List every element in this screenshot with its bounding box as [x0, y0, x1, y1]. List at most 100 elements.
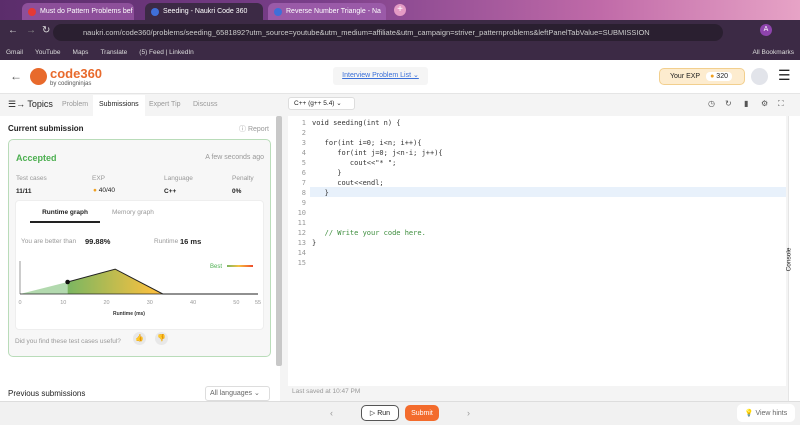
your-runtime-marker — [65, 279, 70, 285]
line-number: 2 — [301, 129, 306, 137]
bookmark[interactable]: YouTube — [35, 49, 61, 56]
last-saved: Last saved at 10:47 PM — [292, 388, 361, 395]
next-problem-button[interactable]: › — [467, 408, 470, 418]
line-number: 4 — [301, 149, 306, 157]
tab-label: Must do Pattern Problems bef — [40, 8, 133, 15]
tab-problem[interactable]: Problem — [62, 101, 88, 108]
previous-submissions-title: Previous submissions — [8, 389, 86, 398]
back-icon[interactable]: ← — [8, 25, 18, 36]
line-number: 5 — [301, 159, 306, 167]
url-field[interactable]: naukri.com/code360/problems/seeding_6581… — [53, 24, 723, 41]
code-line: cout<<"* "; — [312, 159, 397, 167]
tab-submissions[interactable]: Submissions — [93, 95, 145, 116]
topics-label: Topics — [27, 99, 53, 109]
bookmark[interactable]: Gmail — [6, 49, 23, 56]
reload-icon[interactable]: ↻ — [42, 25, 50, 36]
code-line: } — [312, 169, 342, 177]
chart-area-distribution — [67, 269, 258, 294]
scrollbar[interactable] — [276, 116, 282, 366]
browser-tab[interactable]: Must do Pattern Problems bef — [22, 3, 134, 20]
browser-tab-bar: Must do Pattern Problems bef Seeding - N… — [0, 0, 800, 20]
line-number: 9 — [301, 199, 306, 207]
tab-label: Reverse Number Triangle - Na — [286, 8, 381, 15]
x-axis-label: Runtime (ms) — [113, 311, 145, 317]
bookmark[interactable]: (5) Feed | LinkedIn — [139, 49, 193, 56]
line-number: 14 — [297, 249, 306, 257]
timer-icon[interactable]: ◷ — [708, 99, 715, 108]
run-button[interactable]: ▷ Run — [361, 405, 399, 421]
line-number: 11 — [297, 219, 306, 227]
x-tick-label: 40 — [190, 300, 196, 306]
forward-icon[interactable]: → — [26, 25, 36, 36]
x-tick-label: 20 — [103, 300, 109, 306]
language-select[interactable]: C++ (g++ 5.4) ⌄ — [288, 97, 355, 110]
submit-button[interactable]: Submit — [405, 405, 439, 421]
bookmarks-bar: Gmail YouTube Maps Translate (5) Feed | … — [0, 44, 800, 60]
reset-icon[interactable]: ↻ — [725, 99, 732, 108]
thumbs-down-button[interactable]: 👎 — [155, 332, 168, 345]
line-number: 15 — [297, 259, 306, 267]
line-number: 13 — [297, 239, 306, 247]
code-line: cout<<endl; — [312, 179, 384, 187]
logo-text[interactable]: code360 — [50, 66, 102, 81]
line-number: 8 — [301, 189, 306, 197]
legend-label: Best — [210, 264, 222, 270]
legend-gradient — [227, 265, 253, 267]
bookmark[interactable]: Maps — [73, 49, 89, 56]
runtime-chart: 0 10 20 30 40 50 55 Runtime (ms) Best — [18, 261, 261, 317]
settings-icon[interactable]: ⚙ — [761, 99, 768, 108]
line-number: 3 — [301, 139, 306, 147]
code-line: for(int j=0; j<n-i; j++){ — [312, 149, 443, 157]
code-line: void seeding(int n) { — [312, 119, 401, 127]
exp-badge: Your EXP ● 320 — [659, 68, 745, 85]
menu-icon[interactable]: ☰ — [778, 67, 791, 84]
code-line: } — [312, 239, 317, 247]
line-number: 7 — [301, 179, 306, 187]
x-tick-label: 10 — [60, 300, 66, 306]
prev-problem-button[interactable]: ‹ — [330, 408, 333, 418]
console-label: Console — [785, 247, 793, 272]
new-tab-button[interactable]: + — [394, 4, 406, 16]
tab-discuss[interactable]: Discuss — [193, 101, 218, 108]
feedback-question: Did you find these test cases useful? — [15, 338, 121, 345]
notes-icon[interactable]: ▮ — [744, 99, 748, 108]
action-bar: ‹ ▷ Run Submit › 💡 View hints — [0, 401, 800, 425]
back-arrow-icon[interactable]: ← — [10, 69, 22, 83]
console-toggle[interactable]: Console — [785, 116, 800, 401]
current-line-highlight — [310, 187, 786, 197]
x-tick-label: 55 — [255, 300, 261, 306]
filter-value: All languages — [210, 390, 253, 397]
view-hints-button[interactable]: 💡 View hints — [737, 404, 795, 422]
hints-label: View hints — [755, 409, 788, 417]
x-tick-label: 50 — [233, 300, 239, 306]
browser-tab[interactable]: Reverse Number Triangle - Na — [268, 3, 386, 20]
user-avatar[interactable] — [751, 68, 768, 85]
problem-list-label: Interview Problem List — [342, 72, 412, 79]
submission-panel: Current submission ⓘ Report Accepted A f… — [0, 116, 282, 401]
language-filter[interactable]: All languages ⌄ — [205, 386, 270, 401]
exp-value: 320 — [716, 73, 728, 80]
x-tick-label: 30 — [147, 300, 153, 306]
exp-label: Your EXP — [670, 73, 701, 80]
run-label: Run — [377, 409, 391, 417]
browser-tab-active[interactable]: Seeding - Naukri Code 360 — [145, 3, 263, 20]
logo-icon — [30, 68, 47, 85]
fullscreen-icon[interactable]: ⛶ — [778, 99, 784, 109]
line-number: 1 — [301, 119, 306, 127]
thumbs-up-button[interactable]: 👍 — [133, 332, 146, 345]
profile-avatar[interactable]: A — [760, 24, 772, 36]
language-value: C++ (g++ 5.4) — [294, 100, 335, 107]
tab-expert-tip[interactable]: Expert Tip — [149, 101, 181, 108]
code-line: for(int i=0; i<n; i++){ — [312, 139, 422, 147]
topics-button[interactable]: ☰→ Topics — [8, 99, 53, 110]
tab-label: Seeding - Naukri Code 360 — [163, 8, 248, 15]
bookmark[interactable]: Translate — [100, 49, 127, 56]
all-bookmarks[interactable]: All Bookmarks — [752, 49, 794, 56]
line-number: 10 — [297, 209, 306, 217]
code-line: // Write your code here. — [312, 229, 426, 237]
problem-list-dropdown[interactable]: Interview Problem List ⌄ — [333, 67, 428, 85]
code-editor[interactable]: 1 void seeding(int n) { 2 3 for(int i=0; i<… — [288, 116, 786, 395]
chart-area-better — [20, 282, 68, 294]
panel-tabs: ☰→ Topics Problem Submissions Expert Tip… — [0, 94, 800, 116]
site-header: ← code360 by codingninjas Interview Prob… — [0, 60, 800, 94]
